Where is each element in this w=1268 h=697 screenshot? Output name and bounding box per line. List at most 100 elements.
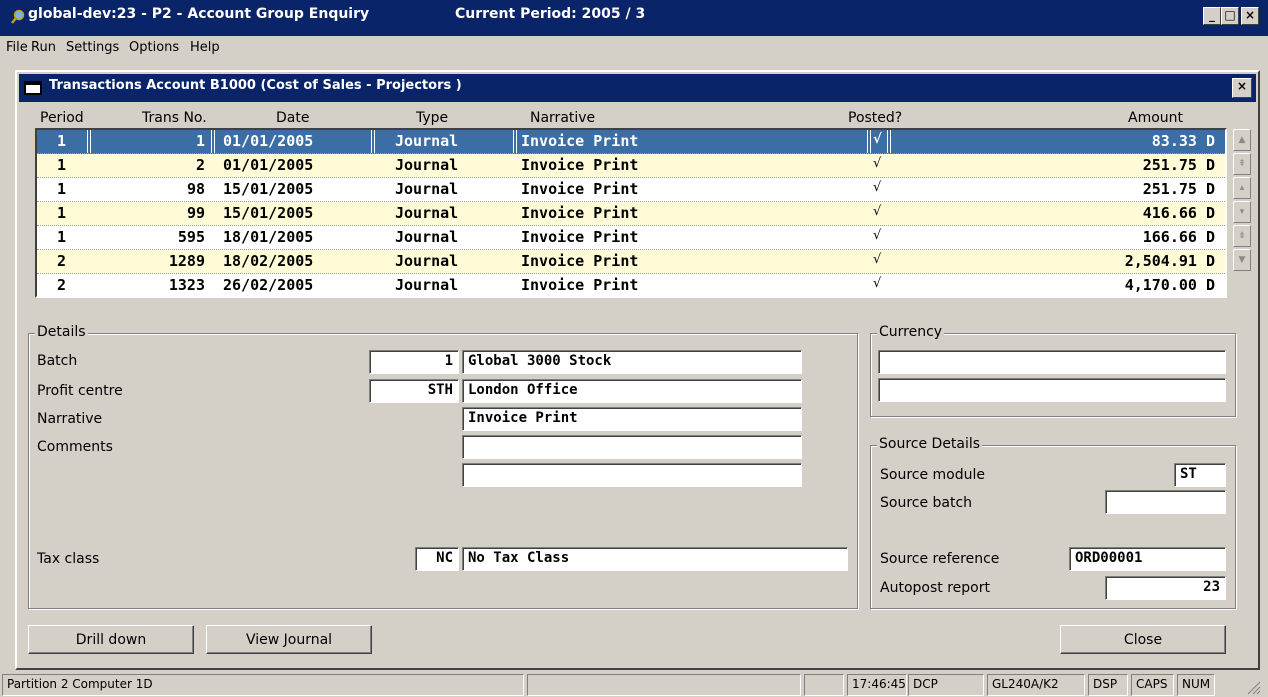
cell-type: Journal xyxy=(395,156,459,174)
profit-centre-name-field[interactable]: London Office xyxy=(462,379,802,403)
currency-line-2-field[interactable] xyxy=(878,378,1226,402)
cell-date: 01/01/2005 xyxy=(223,156,314,174)
scroll-page-down-icon[interactable]: ⇟ xyxy=(1233,225,1251,247)
comments-label: Comments xyxy=(37,439,113,455)
table-row[interactable]: 1 1 01/01/2005 Journal Invoice Print √ 8… xyxy=(37,130,1225,154)
cell-trans-no: 595 xyxy=(177,228,205,246)
cell-trans-no: 99 xyxy=(186,204,205,222)
scroll-down-icon[interactable]: ▾ xyxy=(1233,201,1251,223)
dialog-close-button[interactable]: × xyxy=(1232,78,1252,98)
source-module-field[interactable]: ST xyxy=(1174,463,1226,487)
source-batch-label: Source batch xyxy=(880,495,973,511)
minimize-button[interactable]: _ xyxy=(1203,7,1221,25)
dialog-title: Transactions Account B1000 (Cost of Sale… xyxy=(49,78,462,93)
col-header-posted[interactable]: Posted? xyxy=(848,110,902,126)
batch-name-field[interactable]: Global 3000 Stock xyxy=(462,350,802,374)
cell-trans-no: 98 xyxy=(186,180,205,198)
view-journal-button[interactable]: View Journal xyxy=(206,625,372,654)
status-blank-2 xyxy=(804,674,844,696)
drill-down-button[interactable]: Drill down xyxy=(28,625,194,654)
comments-line-2-field[interactable] xyxy=(462,463,802,487)
cell-amount: 166.66 D xyxy=(1142,228,1215,246)
details-legend: Details xyxy=(35,324,88,340)
table-row[interactable]: 2 1323 26/02/2005 Journal Invoice Print … xyxy=(37,274,1225,296)
col-header-date[interactable]: Date xyxy=(276,110,309,126)
col-header-period[interactable]: Period xyxy=(40,110,84,126)
grid-scrollbar[interactable]: ▲ ⇞ ▴ ▾ ⇟ ▼ xyxy=(1233,129,1253,299)
menu-file[interactable]: File xyxy=(6,40,28,55)
scroll-page-up-icon[interactable]: ⇞ xyxy=(1233,153,1251,175)
cell-date: 18/02/2005 xyxy=(223,252,314,270)
resize-grip-icon[interactable] xyxy=(1244,678,1262,696)
status-mode: DCP xyxy=(908,674,984,696)
cell-type: Journal xyxy=(395,180,459,198)
status-partition: Partition 2 Computer 1D xyxy=(2,674,524,696)
posted-check-icon: √ xyxy=(873,252,882,267)
cell-narrative: Invoice Print xyxy=(521,252,639,270)
profit-centre-label: Profit centre xyxy=(37,383,123,399)
posted-check-icon: √ xyxy=(873,180,882,195)
cell-narrative: Invoice Print xyxy=(521,156,639,174)
status-program: GL240A/K2 xyxy=(987,674,1085,696)
narrative-label: Narrative xyxy=(37,411,103,427)
scroll-top-icon[interactable]: ▲ xyxy=(1233,129,1251,151)
menu-settings[interactable]: Settings xyxy=(66,40,119,55)
cell-type: Journal xyxy=(395,252,459,270)
autopost-report-label: Autopost report xyxy=(880,580,990,596)
profit-centre-code-field[interactable]: STH xyxy=(369,379,459,403)
autopost-report-field[interactable]: 23 xyxy=(1105,576,1226,600)
cell-date: 15/01/2005 xyxy=(223,204,314,222)
tax-class-code-field[interactable]: NC xyxy=(415,547,459,571)
cell-trans-no: 2 xyxy=(195,156,205,174)
batch-number-field[interactable]: 1 xyxy=(369,350,459,374)
cell-trans-no: 1 xyxy=(195,132,205,150)
table-row[interactable]: 1 2 01/01/2005 Journal Invoice Print √ 2… xyxy=(37,154,1225,178)
cell-amount: 251.75 D xyxy=(1142,180,1215,198)
posted-check-icon: √ xyxy=(873,156,882,171)
comments-line-1-field[interactable] xyxy=(462,435,802,459)
col-header-type[interactable]: Type xyxy=(416,110,448,126)
app-title: global-dev:23 - P2 - Account Group Enqui… xyxy=(28,6,370,22)
cell-date: 15/01/2005 xyxy=(223,180,314,198)
posted-check-icon: √ xyxy=(873,228,882,243)
close-button[interactable]: Close xyxy=(1060,625,1226,654)
posted-check-icon: √ xyxy=(873,204,882,219)
cell-trans-no: 1323 xyxy=(168,276,205,294)
currency-legend: Currency xyxy=(877,324,945,340)
app-titlebar: global-dev:23 - P2 - Account Group Enqui… xyxy=(0,0,1268,36)
tax-class-name-field[interactable]: No Tax Class xyxy=(462,547,848,571)
cell-period: 1 xyxy=(57,204,67,222)
table-row[interactable]: 1 99 15/01/2005 Journal Invoice Print √ … xyxy=(37,202,1225,226)
source-reference-label: Source reference xyxy=(880,551,1000,567)
currency-line-1-field[interactable] xyxy=(878,350,1226,374)
table-row[interactable]: 1 595 18/01/2005 Journal Invoice Print √… xyxy=(37,226,1225,250)
app-magnifier-icon xyxy=(11,9,25,24)
narrative-field[interactable]: Invoice Print xyxy=(462,407,802,431)
menu-run[interactable]: Run xyxy=(31,40,56,55)
col-header-amount[interactable]: Amount xyxy=(1128,110,1183,126)
scroll-up-icon[interactable]: ▴ xyxy=(1233,177,1251,199)
cell-amount: 2,504.91 D xyxy=(1124,252,1215,270)
source-reference-field[interactable]: ORD00001 xyxy=(1069,547,1226,571)
cell-period: 1 xyxy=(57,180,67,198)
status-num: NUM xyxy=(1177,674,1215,696)
source-batch-field[interactable] xyxy=(1105,490,1226,514)
close-window-button[interactable]: × xyxy=(1241,7,1259,25)
scroll-bottom-icon[interactable]: ▼ xyxy=(1233,249,1251,271)
menubar: File Run Settings Options Help xyxy=(0,36,1268,60)
menu-options[interactable]: Options xyxy=(129,40,179,55)
menu-help[interactable]: Help xyxy=(190,40,220,55)
table-row[interactable]: 2 1289 18/02/2005 Journal Invoice Print … xyxy=(37,250,1225,274)
cell-date: 01/01/2005 xyxy=(223,132,314,150)
maximize-button[interactable]: □ xyxy=(1221,7,1239,25)
status-time: 17:46:45 xyxy=(847,674,907,696)
cell-period: 1 xyxy=(57,132,67,150)
status-blank-1 xyxy=(527,674,801,696)
tax-class-label: Tax class xyxy=(37,551,100,567)
posted-check-icon: √ xyxy=(873,276,882,291)
col-header-narrative[interactable]: Narrative xyxy=(530,110,595,126)
table-row[interactable]: 1 98 15/01/2005 Journal Invoice Print √ … xyxy=(37,178,1225,202)
batch-label: Batch xyxy=(37,353,78,369)
col-header-trans-no[interactable]: Trans No. xyxy=(142,110,207,126)
cell-type: Journal xyxy=(395,228,459,246)
